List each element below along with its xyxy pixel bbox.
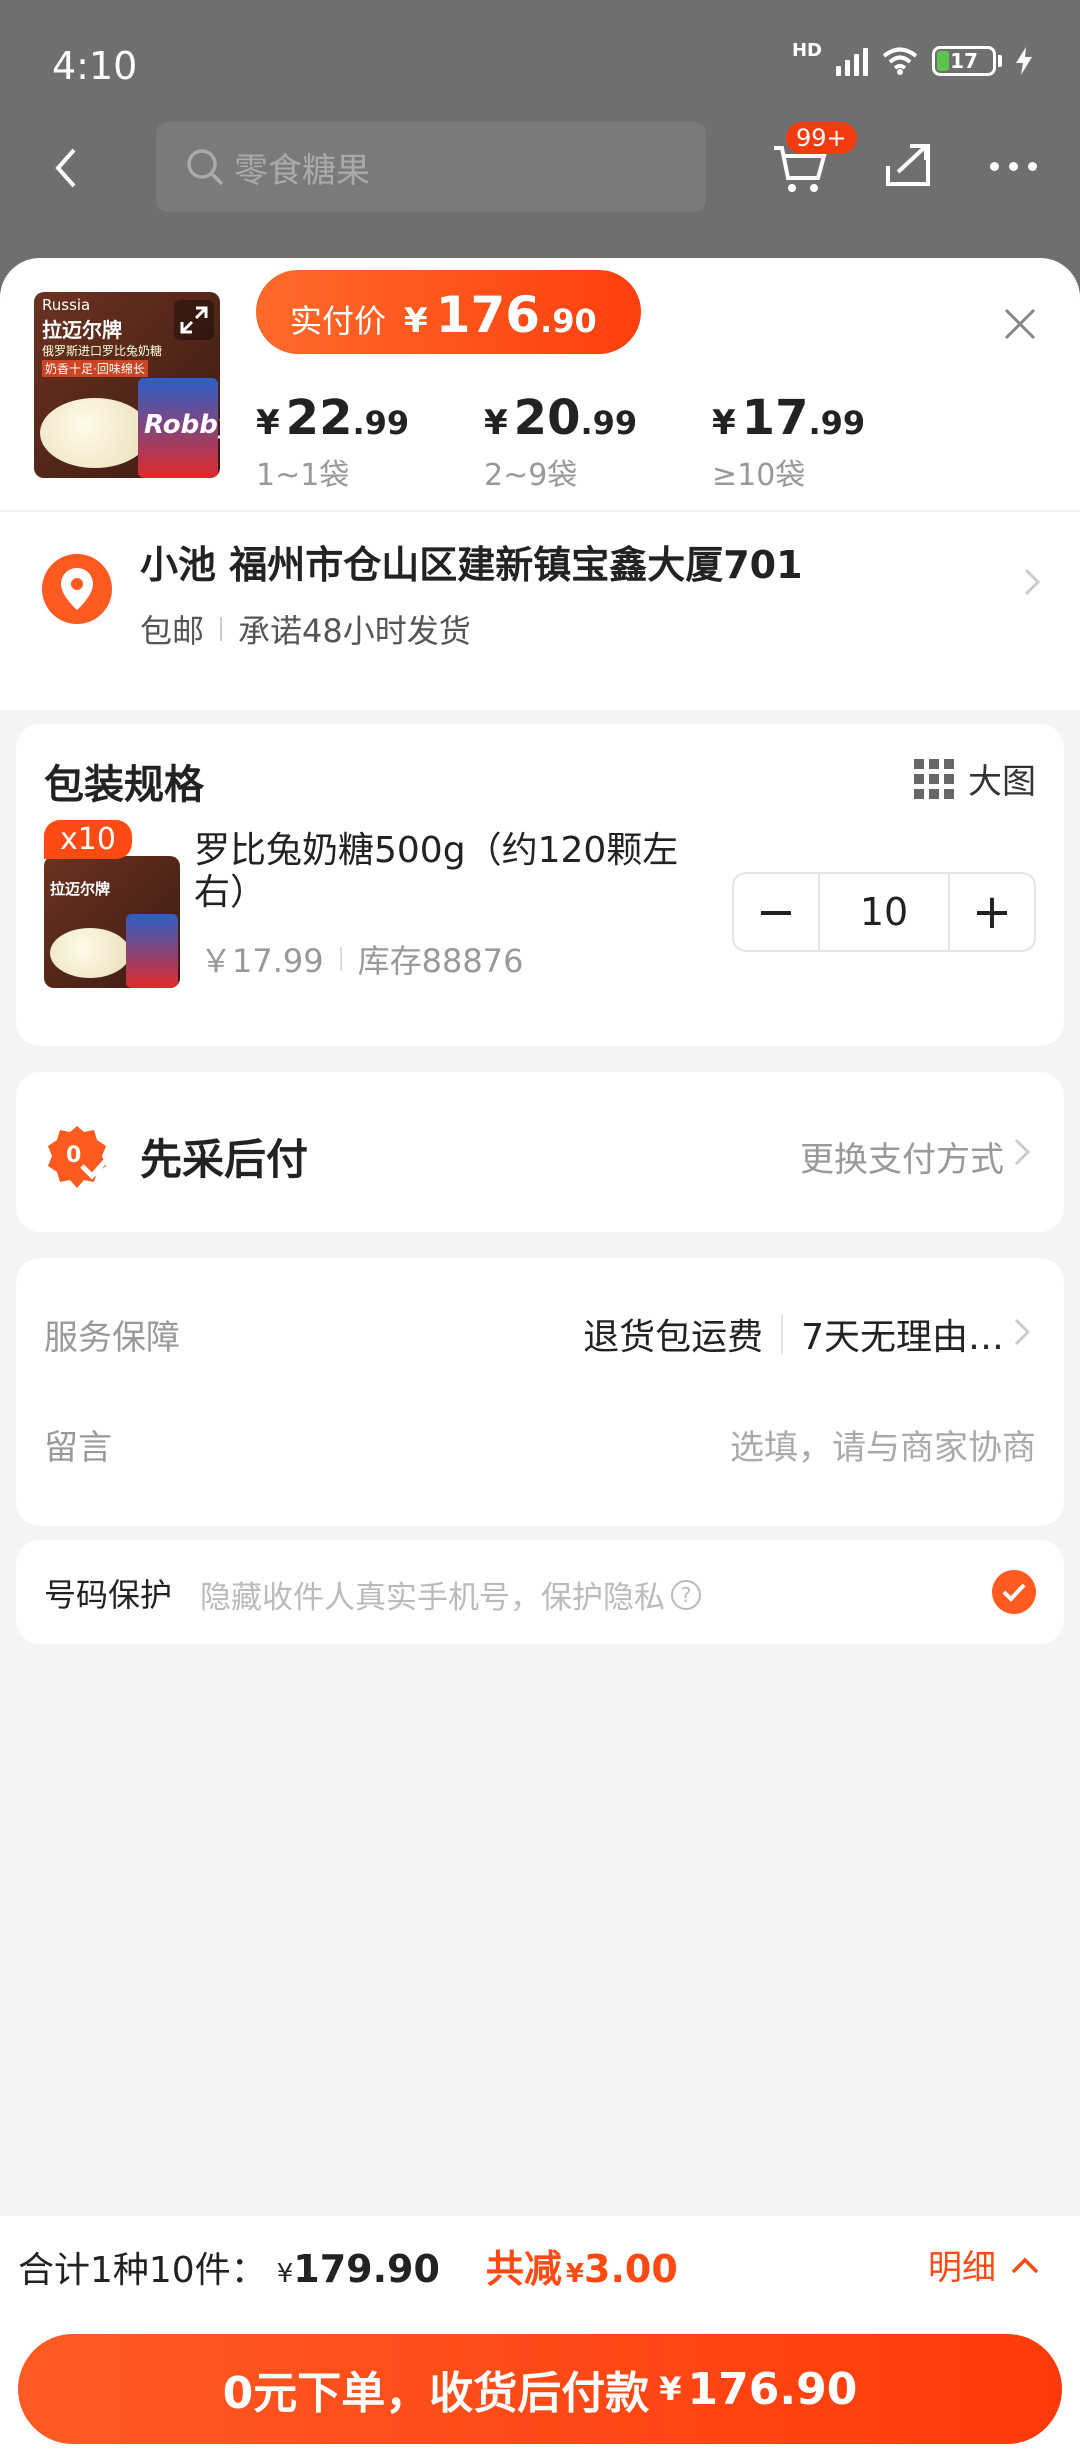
thumb-line1: 俄罗斯进口罗比兔奶糖 (42, 344, 163, 358)
chevron-right-icon (1014, 1138, 1031, 1166)
pay-later-label: 先采后付 (140, 1135, 309, 1184)
free-shipping: 包邮 (140, 612, 205, 650)
cart-badge: 99+ (786, 122, 857, 154)
status-icons: HD 17 (792, 42, 1032, 76)
spec-title: 包装规格 (44, 762, 204, 808)
wifi-icon (882, 47, 918, 75)
summary-label: 合计1种10件： (18, 2250, 267, 2291)
grid-icon (914, 758, 954, 799)
signal-icon (836, 46, 868, 76)
price-tier: ¥20.99 2~9袋 (484, 390, 712, 494)
detail-toggle[interactable]: 明细 (928, 2240, 1040, 2289)
pay-later-icon: 0 (48, 1126, 110, 1188)
chevron-right-icon (1024, 568, 1041, 596)
service-label: 服务保障 (44, 1318, 180, 1358)
big-picture-toggle[interactable]: 大图 (914, 754, 1036, 803)
detail-label: 明细 (928, 2248, 996, 2288)
address-text: 小池 福州市仓山区建新镇宝鑫大厦701 (140, 543, 803, 587)
quantity-input[interactable]: 10 (818, 874, 950, 950)
cta-currency: ¥ (659, 2370, 682, 2408)
service-item: 7天无理由… (801, 1317, 1004, 1358)
thumb-origin: Russia (42, 296, 91, 314)
chevron-right-icon (1014, 1318, 1031, 1346)
total-amount: ¥179.90 (276, 2247, 440, 2291)
place-order-button[interactable]: 0元下单，收货后付款 ¥ 176.90 (18, 2334, 1062, 2444)
product-thumbnail[interactable]: Russia 拉迈尔牌 俄罗斯进口罗比兔奶糖 奶香十足·回味绵长 Robby (34, 292, 220, 478)
more-icon[interactable] (990, 162, 1037, 171)
big-picture-label: 大图 (968, 762, 1036, 802)
status-bar: 4:10 HD 17 (0, 0, 1080, 130)
product-name: 罗比兔奶糖500g（约120颗左右） (194, 830, 679, 913)
status-time: 4:10 (52, 44, 138, 88)
actual-price-label: 实付价 (290, 302, 387, 340)
price-tiers: ¥22.99 1~1袋 ¥20.99 2~9袋 ¥17.99 ≥10袋 (256, 390, 940, 494)
thumb-line2: 奶香十足·回味绵长 (42, 360, 148, 377)
thumb-brand: 拉迈尔牌 (42, 318, 122, 342)
share-icon[interactable] (880, 138, 936, 194)
quantity-stepper: − 10 + (732, 872, 1036, 952)
help-icon[interactable]: ? (671, 1579, 701, 1610)
quantity-tag: x10 (44, 820, 132, 859)
search-placeholder: 零食糖果 (234, 150, 370, 191)
actual-price-dec: .90 (540, 302, 597, 340)
service-items[interactable]: 退货包运费 7天无理由… (583, 1308, 1004, 1360)
price-tier: ¥17.99 ≥10袋 (712, 390, 940, 494)
battery-level: 17 (950, 49, 978, 73)
protect-hint-text: 隐藏收件人真实手机号，保护隐私 (200, 1580, 665, 1616)
cta-text: 0元下单，收货后付款 (222, 2368, 650, 2419)
tier-qty: ≥10袋 (712, 458, 806, 493)
hd-indicator: HD (791, 40, 822, 61)
chevron-up-icon (1011, 2257, 1039, 2273)
search-icon (187, 149, 224, 186)
service-card: 服务保障 退货包运费 7天无理由… 留言 选填，请与商家协商 (16, 1258, 1064, 1526)
checkout-footer: 合计1种10件： ¥179.90 共减 ¥3.00 明细 0元下单，收货后付款 ¥… (0, 2216, 1080, 2460)
battery-icon: 17 (932, 46, 1002, 76)
unit-price: ￥17.99 (200, 942, 324, 980)
product-meta: ￥17.99 库存88876 (200, 936, 523, 982)
tier-qty: 2~9袋 (484, 458, 578, 493)
shipping-address-row[interactable]: 小池 福州市仓山区建新镇宝鑫大厦701 包邮 承诺48小时发货 (0, 510, 1080, 710)
order-sheet: Russia 拉迈尔牌 俄罗斯进口罗比兔奶糖 奶香十足·回味绵长 Robby 实… (0, 258, 1080, 2460)
number-protection-checkbox[interactable] (992, 1570, 1036, 1614)
shipping-info: 包邮 承诺48小时发货 (140, 606, 471, 652)
spec-thumbnail[interactable]: 拉迈尔牌 (44, 856, 180, 988)
search-bar[interactable]: 零食糖果 (156, 122, 706, 212)
actual-price-int: 176 (435, 286, 541, 344)
note-input[interactable]: 选填，请与商家协商 (730, 1420, 1036, 1469)
note-label: 留言 (44, 1428, 112, 1468)
actual-price-currency: ¥ (404, 301, 428, 341)
change-payment-link[interactable]: 更换支付方式 (800, 1132, 1004, 1181)
location-pin-icon (42, 554, 112, 624)
service-item: 退货包运费 (583, 1317, 764, 1358)
increase-button[interactable]: + (950, 874, 1034, 950)
decrease-button[interactable]: − (734, 874, 818, 950)
svg-text:0: 0 (66, 1143, 81, 1168)
expand-icon[interactable] (174, 300, 214, 340)
tier-qty: 1~1袋 (256, 458, 350, 493)
pay-later-card[interactable]: 0 先采后付 更换支付方式 (16, 1072, 1064, 1232)
stock: 库存88876 (357, 942, 524, 980)
price-tier: ¥22.99 1~1袋 (256, 390, 484, 494)
charging-icon (1016, 47, 1032, 75)
sheet-header: Russia 拉迈尔牌 俄罗斯进口罗比兔奶糖 奶香十足·回味绵长 Robby 实… (0, 258, 1080, 510)
top-nav-bar: 零食糖果 99+ (0, 118, 1080, 218)
actual-price-badge: 实付价 ¥ 176 .90 (256, 270, 641, 354)
thumb-product: Robby (144, 410, 220, 440)
number-protection-card: 号码保护 隐藏收件人真实手机号，保护隐私 ? (16, 1540, 1064, 1644)
number-protection-label: 号码保护 (44, 1576, 173, 1614)
cta-amount: 176.90 (687, 2363, 858, 2415)
back-icon[interactable] (44, 140, 88, 196)
number-protection-hint: 隐藏收件人真实手机号，保护隐私 ? (200, 1572, 701, 1617)
order-summary: 合计1种10件： ¥179.90 共减 ¥3.00 (18, 2238, 678, 2293)
discount: 共减 ¥3.00 (485, 2247, 678, 2291)
package-spec-card: 包装规格 大图 拉迈尔牌 x10 罗比兔奶糖500g（约120颗左右） ￥17.… (16, 724, 1064, 1046)
ship-promise: 承诺48小时发货 (238, 612, 471, 650)
close-icon[interactable] (1000, 304, 1040, 344)
